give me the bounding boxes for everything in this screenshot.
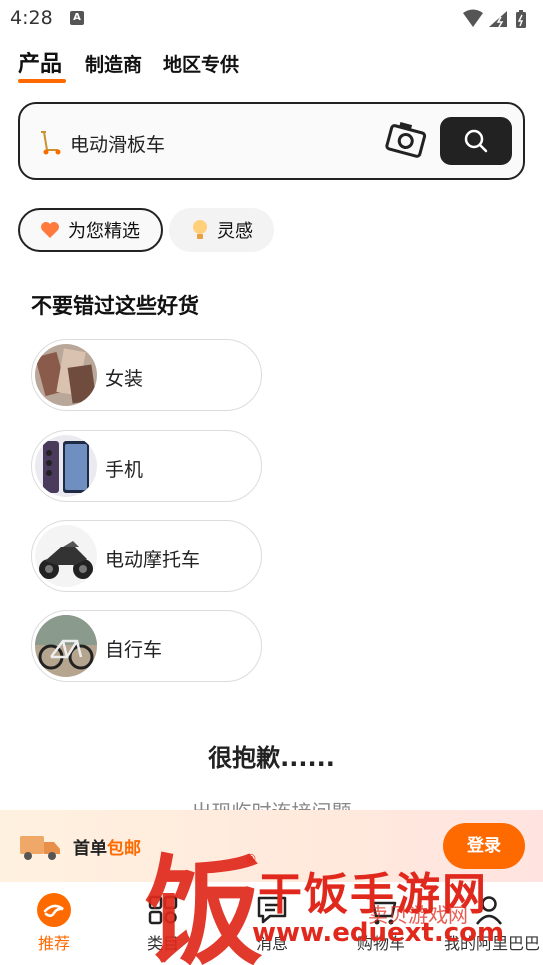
signal-icon [489,11,507,28]
category-item-electric-motorcycles[interactable]: 电动摩托车 [31,520,262,592]
category-label: 女装 [105,368,144,390]
category-label: 手机 [105,459,144,481]
tab-manufacturers[interactable]: 制造商 [85,50,142,77]
nav-item-recommend[interactable]: 推荐 [9,892,99,954]
category-item-womens-clothing[interactable]: 女装 [31,339,262,411]
chip-label: 为您精选 [68,221,140,242]
search-bar[interactable]: 电动滑板车 [18,102,525,180]
lightbulb-icon [191,219,209,241]
alibaba-home-icon [37,893,71,927]
error-title: 很抱歉...... [208,744,335,772]
heart-icon [40,221,60,239]
battery-icon [516,10,526,28]
status-bar: 4:28 A [0,0,543,38]
chip-inspiration[interactable]: 灵感 [169,208,274,252]
watermark-logo: 饭 ® [145,835,265,965]
notification-badge: A [70,11,84,25]
category-label: 电动摩托车 [105,549,201,571]
active-tab-indicator [18,79,66,83]
wifi-icon [463,9,483,27]
bicycle-thumb [35,615,97,677]
promo-accent: 包邮 [107,839,141,859]
status-time: 4:28 [10,7,53,29]
promo-text: 首单包邮 [73,834,141,859]
truck-icon [18,830,62,866]
search-button[interactable] [440,117,512,165]
clothing-thumb [35,344,97,406]
motorcycle-thumb [35,525,97,587]
chip-label: 灵感 [217,221,253,242]
chip-recommended[interactable]: 为您精选 [18,208,163,252]
nav-label: 推荐 [37,934,70,953]
promo-prefix: 首单 [73,839,107,859]
status-icons [461,9,531,33]
watermark-url: www.eduext.com [252,918,505,948]
section-title: 不要错过这些好货 [31,294,199,318]
search-input[interactable]: 电动滑板车 [70,130,165,157]
tab-regional[interactable]: 地区专供 [163,50,239,77]
search-icon [464,129,488,153]
tab-products[interactable]: 产品 [18,46,62,78]
scooter-icon [38,130,62,160]
phone-thumb [35,435,97,497]
svg-text:®: ® [245,852,257,866]
category-label: 自行车 [105,639,163,661]
category-item-phones[interactable]: 手机 [31,430,262,502]
category-item-bicycles[interactable]: 自行车 [31,610,262,682]
camera-icon[interactable] [384,118,428,166]
